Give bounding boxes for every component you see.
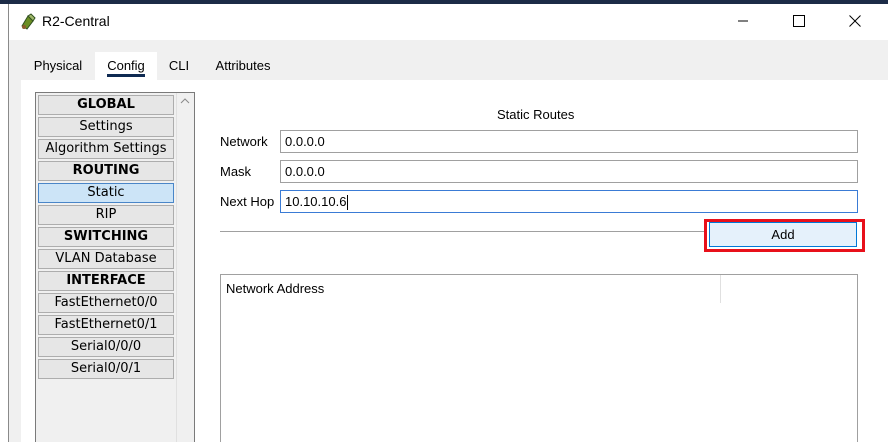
sidebar-item-vlan-database[interactable]: VLAN Database (38, 249, 174, 269)
sidebar-item-rip[interactable]: RIP (38, 205, 174, 225)
static-routes-title: Static Routes (497, 107, 575, 122)
window-title: R2-Central (42, 13, 110, 29)
sidebar-header-interface: INTERFACE (38, 271, 174, 291)
mask-label: Mask (220, 164, 252, 179)
sidebar-item-settings[interactable]: Settings (38, 117, 174, 137)
network-address-column-header: Network Address (221, 275, 721, 303)
text-caret (347, 195, 349, 211)
chevron-up-icon (180, 98, 190, 104)
tab-cli-label: CLI (168, 58, 190, 73)
tab-cli[interactable]: CLI (159, 52, 199, 80)
scroll-up-button[interactable] (176, 93, 194, 109)
network-label: Network (220, 134, 268, 149)
close-button[interactable] (827, 4, 883, 38)
maximize-button[interactable] (771, 4, 827, 38)
sidebar-header-switching: SWITCHING (38, 227, 174, 247)
tab-physical-label: Physical (33, 58, 83, 73)
config-sidebar: GLOBAL Settings Algorithm Settings ROUTI… (35, 92, 195, 442)
minimize-icon (738, 20, 748, 22)
network-input[interactable]: 0.0.0.0 (280, 130, 858, 153)
tab-attributes-label: Attributes (215, 58, 271, 73)
sidebar-item-serial0-0-0[interactable]: Serial0/0/0 (38, 337, 174, 357)
device-window: R2-Central Physical Config CLI Attribute… (8, 4, 888, 442)
tab-attributes[interactable]: Attributes (203, 52, 283, 80)
sidebar-item-serial0-0-1[interactable]: Serial0/0/1 (38, 359, 174, 379)
next-hop-value: 10.10.10.6 (285, 194, 347, 209)
add-button[interactable]: Add (709, 222, 857, 247)
next-hop-input[interactable]: 10.10.10.6 (280, 190, 858, 213)
router-device-icon (19, 13, 37, 31)
sidebar-item-static[interactable]: Static (38, 183, 174, 203)
close-icon (849, 15, 861, 27)
sidebar-header-routing: ROUTING (38, 161, 174, 181)
sidebar-scrollbar[interactable] (176, 93, 194, 442)
tab-config[interactable]: Config (95, 52, 157, 80)
title-bar[interactable]: R2-Central (9, 4, 888, 40)
network-address-table[interactable]: Network Address (220, 274, 858, 442)
tab-physical[interactable]: Physical (21, 52, 95, 80)
form-divider (220, 231, 704, 232)
sidebar-header-global: GLOBAL (38, 95, 174, 115)
minimize-button[interactable] (715, 4, 771, 38)
sidebar-item-fastethernet0-0[interactable]: FastEthernet0/0 (38, 293, 174, 313)
sidebar-item-fastethernet0-1[interactable]: FastEthernet0/1 (38, 315, 174, 335)
tab-config-label: Config (107, 58, 145, 77)
sidebar-item-algorithm-settings[interactable]: Algorithm Settings (38, 139, 174, 159)
mask-input[interactable]: 0.0.0.0 (280, 160, 858, 183)
next-hop-label: Next Hop (220, 194, 275, 209)
maximize-icon (793, 15, 805, 27)
config-panel: GLOBAL Settings Algorithm Settings ROUTI… (21, 80, 888, 442)
